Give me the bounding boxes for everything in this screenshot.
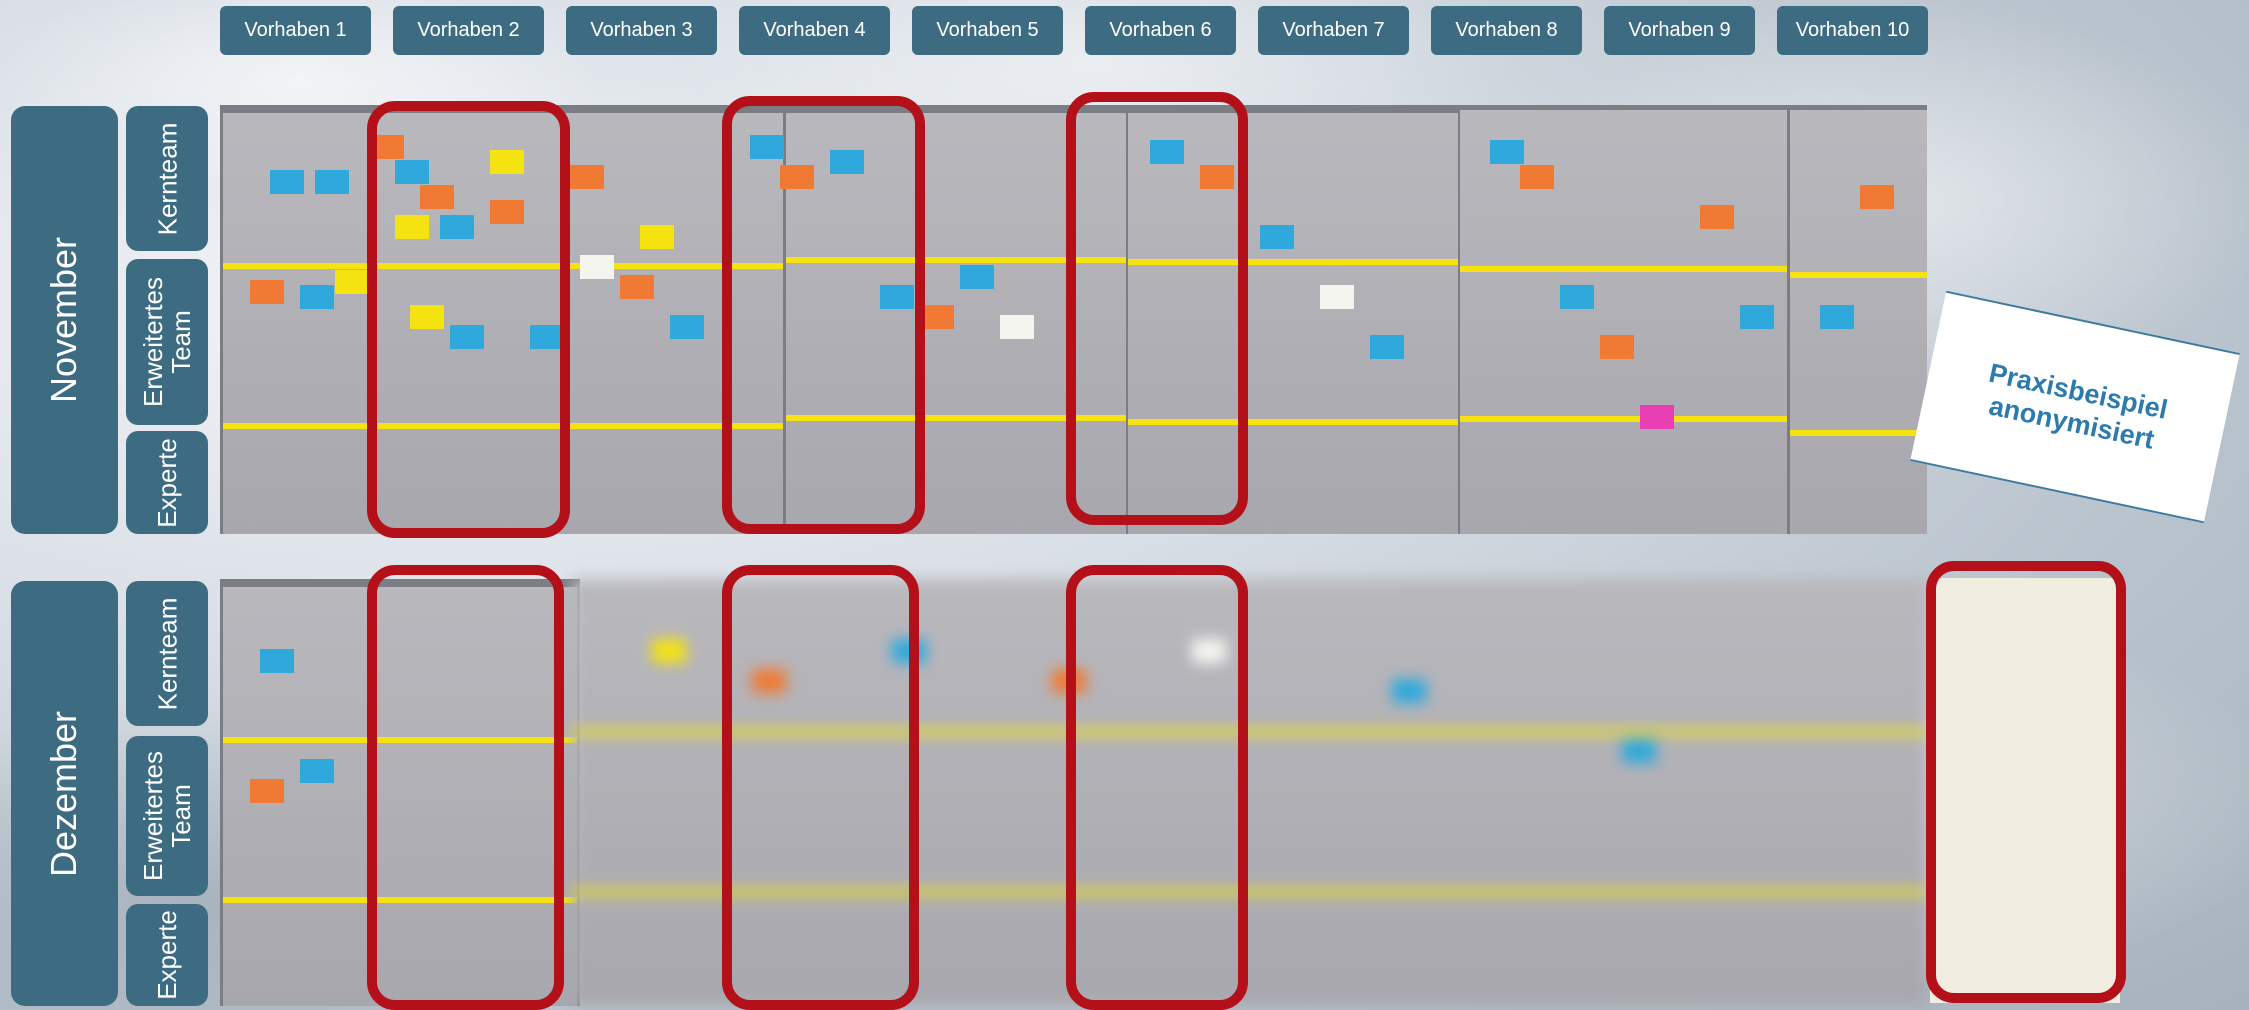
month-label-dezember: Dezember bbox=[11, 581, 118, 1006]
tab-vorhaben-1[interactable]: Vorhaben 1 bbox=[220, 6, 371, 55]
sticky-note bbox=[1560, 285, 1594, 309]
tab-vorhaben-6[interactable]: Vorhaben 6 bbox=[1085, 6, 1236, 55]
sticky-note bbox=[960, 265, 994, 289]
highlight-frame bbox=[1066, 565, 1248, 1010]
board-surface bbox=[1790, 110, 1927, 534]
tab-vorhaben-7[interactable]: Vorhaben 7 bbox=[1258, 6, 1409, 55]
sticky-note bbox=[260, 649, 294, 673]
sticky-note bbox=[335, 270, 369, 294]
role-label-erweitertes-team: Erweitertes Team bbox=[126, 736, 208, 896]
stamp-text: Praxisbeispiel anonymisiert bbox=[1986, 357, 2171, 455]
month-label-text: November bbox=[43, 236, 85, 404]
sticky-note bbox=[652, 639, 686, 663]
role-label-text: Erweitertes Team bbox=[138, 750, 197, 882]
divider-line bbox=[1460, 416, 1787, 422]
divider-line bbox=[1790, 272, 1927, 278]
sticky-note bbox=[1490, 140, 1524, 164]
sticky-note bbox=[570, 165, 604, 189]
sticky-note bbox=[1370, 335, 1404, 359]
highlight-frame bbox=[367, 101, 570, 538]
role-label-text: Erweitertes Team bbox=[138, 276, 197, 408]
board-surface bbox=[1460, 110, 1787, 534]
sticky-note bbox=[1700, 205, 1734, 229]
sticky-note bbox=[1600, 335, 1634, 359]
highlight-frame bbox=[1066, 92, 1248, 525]
sticky-note bbox=[315, 170, 349, 194]
sticky-note bbox=[1740, 305, 1774, 329]
divider-line bbox=[1790, 430, 1927, 436]
sticky-note bbox=[250, 779, 284, 803]
tab-vorhaben-5[interactable]: Vorhaben 5 bbox=[912, 6, 1063, 55]
sticky-note bbox=[620, 275, 654, 299]
highlight-frame bbox=[722, 565, 919, 1010]
month-label-november: November bbox=[11, 106, 118, 534]
sticky-note bbox=[270, 170, 304, 194]
sticky-note bbox=[300, 759, 334, 783]
tab-vorhaben-2[interactable]: Vorhaben 2 bbox=[393, 6, 544, 55]
role-label-experte: Experte bbox=[126, 431, 208, 534]
sticky-note bbox=[300, 285, 334, 309]
sticky-note bbox=[670, 315, 704, 339]
tab-vorhaben-10[interactable]: Vorhaben 10 bbox=[1777, 6, 1928, 55]
divider-line bbox=[1460, 266, 1787, 272]
highlight-frame bbox=[722, 96, 925, 534]
tab-vorhaben-9[interactable]: Vorhaben 9 bbox=[1604, 6, 1755, 55]
sticky-note bbox=[1640, 405, 1674, 429]
role-label-text: Experte bbox=[152, 910, 183, 1000]
sticky-note bbox=[1520, 165, 1554, 189]
sticky-note bbox=[1860, 185, 1894, 209]
role-label-kernteam: Kernteam bbox=[126, 106, 208, 251]
sticky-note bbox=[920, 305, 954, 329]
sticky-note bbox=[640, 225, 674, 249]
role-label-text: Kernteam bbox=[152, 597, 183, 710]
sticky-note bbox=[580, 255, 614, 279]
highlight-frame bbox=[367, 565, 564, 1010]
role-label-erweitertes-team: Erweitertes Team bbox=[126, 259, 208, 425]
month-label-text: Dezember bbox=[43, 710, 85, 877]
role-label-experte: Experte bbox=[126, 904, 208, 1006]
sticky-note bbox=[1622, 739, 1656, 763]
sticky-note bbox=[1392, 679, 1426, 703]
tab-vorhaben-4[interactable]: Vorhaben 4 bbox=[739, 6, 890, 55]
sticky-note bbox=[1260, 225, 1294, 249]
highlight-frame bbox=[1926, 561, 2126, 1003]
sticky-note bbox=[1000, 315, 1034, 339]
role-label-text: Kernteam bbox=[152, 122, 183, 235]
role-label-text: Experte bbox=[152, 437, 183, 528]
sticky-note bbox=[1820, 305, 1854, 329]
tab-vorhaben-8[interactable]: Vorhaben 8 bbox=[1431, 6, 1582, 55]
sticky-note bbox=[250, 280, 284, 304]
role-label-kernteam: Kernteam bbox=[126, 581, 208, 726]
sticky-note bbox=[1320, 285, 1354, 309]
tab-vorhaben-3[interactable]: Vorhaben 3 bbox=[566, 6, 717, 55]
